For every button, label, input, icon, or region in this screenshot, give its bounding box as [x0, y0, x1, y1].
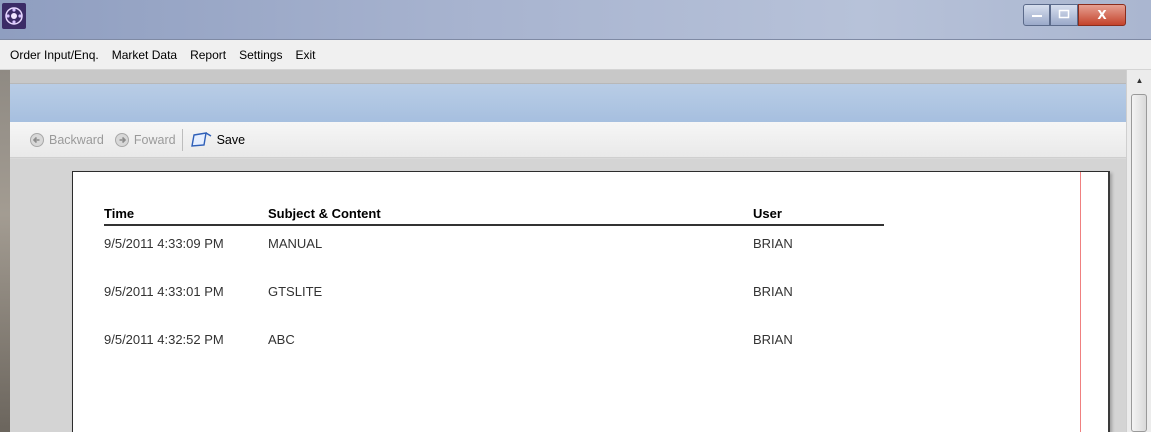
report-viewer: Backward Foward Save Time Subject & Cont…	[10, 70, 1126, 432]
cell-user: BRIAN	[753, 332, 793, 347]
menu-market-data[interactable]: Market Data	[112, 48, 177, 62]
ribbon-band	[10, 84, 1126, 122]
vertical-scrollbar[interactable]: ▲	[1126, 70, 1151, 432]
menu-exit[interactable]: Exit	[295, 48, 315, 62]
column-header-subject: Subject & Content	[268, 206, 381, 221]
table-row: 9/5/2011 4:33:09 PM MANUAL BRIAN	[104, 226, 884, 274]
minimize-button[interactable]	[1023, 4, 1050, 26]
save-icon	[190, 131, 213, 149]
forward-arrow-icon	[114, 132, 130, 148]
save-label: Save	[216, 132, 246, 147]
cell-time: 9/5/2011 4:33:09 PM	[104, 236, 224, 251]
forward-button[interactable]: Foward	[114, 132, 176, 148]
menu-order-input[interactable]: Order Input/Enq.	[10, 48, 99, 62]
table-row: 9/5/2011 4:32:52 PM ABC BRIAN	[104, 322, 884, 370]
document-area[interactable]: Time Subject & Content User 9/5/2011 4:3…	[10, 159, 1126, 432]
minimize-icon	[1031, 8, 1043, 22]
cell-user: BRIAN	[753, 236, 793, 251]
table-row: 9/5/2011 4:33:01 PM GTSLITE BRIAN	[104, 274, 884, 322]
report-table: Time Subject & Content User 9/5/2011 4:3…	[104, 206, 884, 370]
window-controls: X	[1023, 4, 1126, 26]
close-icon: X	[1097, 8, 1107, 22]
cell-subject: GTSLITE	[268, 284, 323, 299]
app-flower-icon[interactable]	[2, 3, 26, 29]
cell-subject: MANUAL	[268, 236, 323, 251]
column-header-user: User	[753, 206, 782, 221]
report-page: Time Subject & Content User 9/5/2011 4:3…	[72, 171, 1110, 432]
window-title-bar[interactable]: X	[0, 0, 1151, 40]
cell-user: BRIAN	[753, 284, 793, 299]
close-button[interactable]: X	[1078, 4, 1126, 26]
scroll-up-arrow-icon: ▲	[1135, 75, 1144, 85]
cell-time: 9/5/2011 4:33:01 PM	[104, 284, 224, 299]
scroll-thumb[interactable]	[1131, 94, 1147, 432]
backward-button[interactable]: Backward	[29, 132, 104, 148]
table-header: Time Subject & Content User	[104, 206, 884, 226]
scroll-up-button[interactable]: ▲	[1127, 70, 1151, 90]
back-arrow-icon	[29, 132, 45, 148]
cell-subject: ABC	[268, 332, 295, 347]
backward-label: Backward	[49, 132, 104, 147]
column-header-time: Time	[104, 206, 135, 221]
forward-label: Foward	[133, 132, 176, 147]
save-button[interactable]: Save	[190, 131, 246, 149]
toolbar-separator	[181, 128, 183, 151]
page-margin-line	[1080, 172, 1081, 432]
maximize-button[interactable]	[1050, 4, 1078, 26]
menu-report[interactable]: Report	[190, 48, 226, 62]
menu-settings[interactable]: Settings	[239, 48, 282, 62]
menu-bar: Order Input/Enq. Market Data Report Sett…	[0, 40, 1151, 70]
report-toolbar: Backward Foward Save	[10, 122, 1126, 158]
header-divider	[10, 70, 1126, 84]
cell-time: 9/5/2011 4:32:52 PM	[104, 332, 224, 347]
background-strip	[0, 70, 10, 432]
maximize-icon	[1058, 8, 1070, 22]
